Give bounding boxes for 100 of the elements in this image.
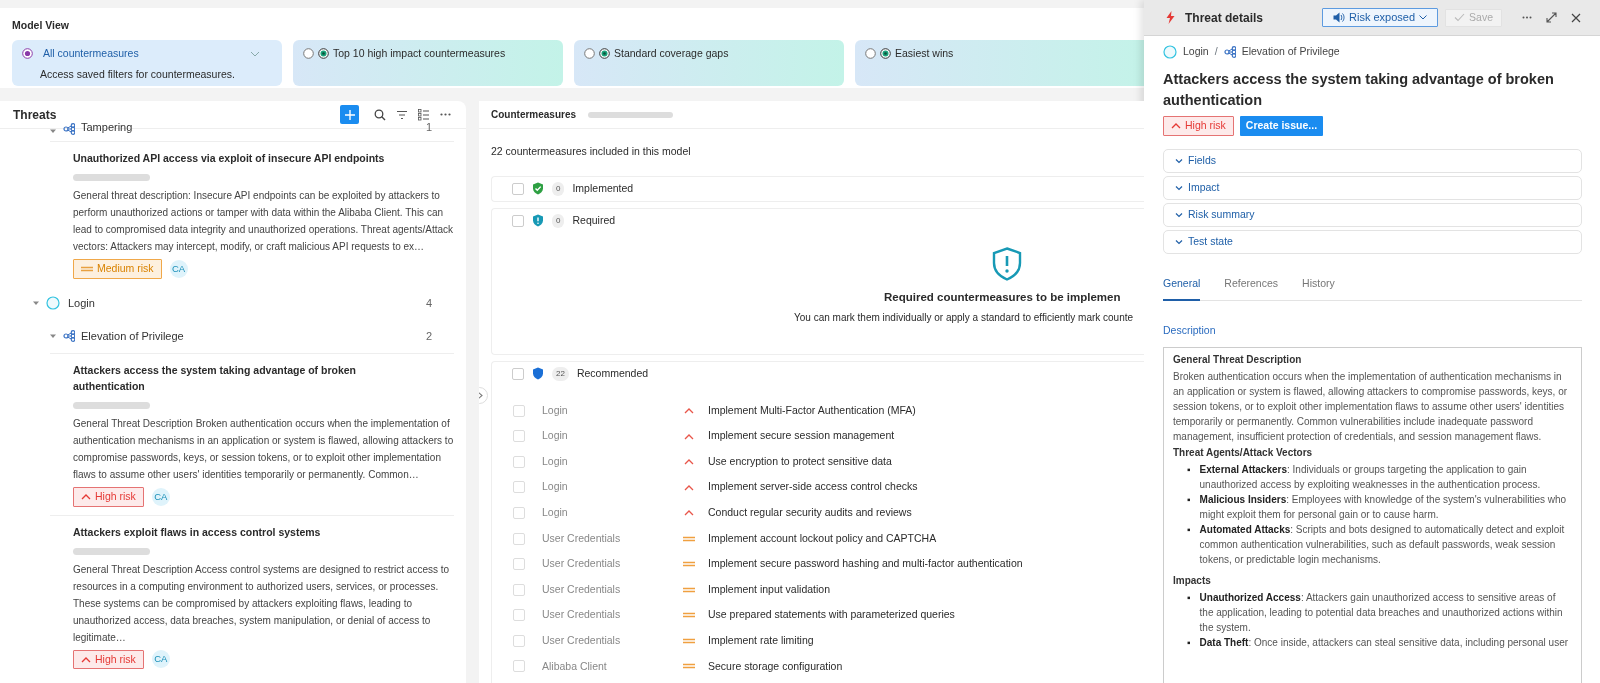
checkbox[interactable] xyxy=(512,367,524,380)
countermeasure-name[interactable]: Implement rate limiting xyxy=(708,633,814,649)
more-icon[interactable] xyxy=(440,113,451,116)
filter-icon[interactable] xyxy=(396,109,408,120)
checkbox[interactable] xyxy=(512,182,524,195)
chevron-icon xyxy=(1175,184,1183,191)
item-count: 1 xyxy=(425,121,432,135)
target-icon xyxy=(318,48,329,60)
accordion-header[interactable]: Risk summary xyxy=(1163,202,1582,227)
checkbox[interactable] xyxy=(513,660,525,673)
list-item: Malicious Insiders: Employees with knowledge of the system's vulnerabilities who might exploit them for personal gain or to cause harm. xyxy=(1199,493,1568,522)
checkbox[interactable] xyxy=(512,214,524,227)
component-name: Login xyxy=(542,402,569,418)
list-bullet: ▪ xyxy=(1187,636,1191,650)
checkbox[interactable] xyxy=(513,532,525,545)
speaker-icon xyxy=(1333,12,1345,23)
empty-state-text: You can mark them individually or apply a standard to efficiently mark counte xyxy=(794,311,1134,325)
check-icon xyxy=(1454,13,1466,22)
checkbox[interactable] xyxy=(513,455,525,468)
risk-badge: High risk xyxy=(1163,115,1234,136)
checkbox[interactable] xyxy=(513,404,525,417)
countermeasure-name[interactable]: Secure storage configuration xyxy=(708,658,843,675)
status-dropdown[interactable]: Risk exposed xyxy=(1322,8,1439,27)
section-title[interactable]: Required xyxy=(572,212,616,229)
more-icon xyxy=(1522,16,1532,19)
tab[interactable]: History xyxy=(1302,271,1335,302)
filter-card[interactable]: All countermeasures Access saved filters for countermeasures. xyxy=(12,39,282,86)
filter-card[interactable]: Top 10 high impact countermeasures xyxy=(293,39,563,86)
section-title[interactable]: Recommended xyxy=(576,365,649,382)
radio-button[interactable] xyxy=(22,48,33,60)
chevron-icon xyxy=(1175,238,1183,245)
accordion-header[interactable]: Fields xyxy=(1163,148,1582,173)
component-name: Login xyxy=(542,479,569,495)
radio-button[interactable] xyxy=(865,48,876,60)
component-name: Login xyxy=(542,505,569,521)
threat-title[interactable]: Unauthorized API access via exploit of insecure API endpoints xyxy=(73,150,408,166)
radio-button[interactable] xyxy=(303,48,314,60)
nodes-icon xyxy=(1223,45,1236,58)
checkbox[interactable] xyxy=(513,634,525,647)
shield-icon xyxy=(532,182,544,196)
countermeasure-name[interactable]: Implement input validation xyxy=(708,581,830,598)
breadcrumb-link[interactable]: Login xyxy=(1183,44,1209,60)
filter-label: All countermeasures xyxy=(43,45,139,61)
list-item: External Attackers: Individuals or groups targeting the application to gain unauthorized access by exploiting weaknesses in the authentication process. xyxy=(1199,463,1542,492)
tab[interactable]: General xyxy=(1163,271,1201,302)
countermeasure-name[interactable]: Use prepared statements with parameterized queries xyxy=(708,607,955,624)
threat-title[interactable]: Attackers access the system taking advantage of broken authentication xyxy=(73,361,408,394)
threat-heading: Attackers access the system taking advantage of broken authentication xyxy=(1163,69,1555,110)
description-heading: Impacts xyxy=(1173,574,1212,588)
countermeasure-name[interactable]: Implement Multi-Factor Authentication (MFA) xyxy=(708,402,916,419)
countermeasure-name[interactable]: Implement secure session management xyxy=(708,428,895,444)
more-button[interactable] xyxy=(1522,16,1532,19)
countermeasure-name[interactable]: Implement account lockout policy and CAPTCHA xyxy=(708,530,937,547)
checkbox[interactable] xyxy=(513,558,525,571)
list-bullet: ▪ xyxy=(1187,463,1191,477)
chevron-down-icon[interactable] xyxy=(250,50,260,57)
checkbox[interactable] xyxy=(513,481,525,494)
checkbox[interactable] xyxy=(513,506,525,519)
count-badge: 0 xyxy=(552,213,565,228)
radio-button[interactable] xyxy=(584,48,595,60)
accordion-header[interactable]: Impact xyxy=(1163,175,1582,200)
search-icon[interactable] xyxy=(374,108,386,121)
assignee-avatar: CA xyxy=(169,259,188,278)
checkbox[interactable] xyxy=(513,609,525,622)
section-title[interactable]: Implemented xyxy=(572,180,634,197)
tab[interactable]: References xyxy=(1224,271,1279,302)
countermeasure-name[interactable]: Use encryption to protect sensitive data xyxy=(708,453,892,470)
tree-item[interactable]: Elevation of Privilege xyxy=(81,328,184,345)
component-name: Login xyxy=(542,453,569,469)
close-icon xyxy=(1571,12,1581,23)
threat-title[interactable]: Attackers exploit flaws in access control systems xyxy=(73,523,408,540)
circle-icon xyxy=(1163,44,1177,59)
list-icon[interactable] xyxy=(418,108,430,121)
filter-description: Access saved filters for countermeasures. xyxy=(40,66,236,82)
checkbox[interactable] xyxy=(513,430,525,443)
chevron-icon xyxy=(1175,157,1183,164)
expand-button[interactable] xyxy=(1546,12,1557,23)
breadcrumb-link[interactable]: Elevation of Privilege xyxy=(1241,44,1340,60)
filter-card[interactable]: Standard coverage gaps xyxy=(574,39,844,86)
item-count: 2 xyxy=(425,329,432,344)
filter-label: Easiest wins xyxy=(895,45,954,61)
accordion-header[interactable]: Test state xyxy=(1163,229,1582,254)
assignee-avatar: CA xyxy=(151,650,170,669)
filter-label: Standard coverage gaps xyxy=(614,45,729,61)
list-item: Unauthorized Access: Attackers gain unauthorized access to sensitive areas of the application, leading to potential data breaches and unauthorized actions within the system. xyxy=(1199,591,1564,635)
risk-badge: High risk xyxy=(73,486,144,507)
list-item: Data Theft: Once inside, attackers can steal sensitive data, including personal user xyxy=(1199,636,1569,650)
countermeasure-name[interactable]: Implement secure password hashing and multi-factor authentication xyxy=(708,556,1023,572)
tree-item[interactable]: Tampering xyxy=(81,121,133,135)
add-button[interactable] xyxy=(340,105,359,124)
tree-item[interactable]: Login xyxy=(68,295,95,312)
plus-icon xyxy=(344,109,355,120)
countermeasure-name[interactable]: Conduct regular security audits and reviews xyxy=(708,505,912,521)
countermeasure-name[interactable]: Implement server-side access control checks xyxy=(708,479,918,496)
description-heading: Threat Agents/Attack Vectors xyxy=(1173,446,1314,460)
checkbox[interactable] xyxy=(513,583,525,596)
close-button[interactable] xyxy=(1571,12,1581,23)
description-paragraph: Broken authentication occurs when the implementation of authentication mechanisms in an application or system is flawed, allowing attackers to compromise passwords, keys, or session tokens, or to exploit other implementation flaws to assume other users' identities temporarily or permanently. Common vulnerabilities include inadequate password management, insufficient protection of credentials, and session management flaws. xyxy=(1173,370,1569,444)
panel-title: Threats xyxy=(13,106,57,124)
filter-card[interactable]: Easiest wins xyxy=(855,39,1144,86)
